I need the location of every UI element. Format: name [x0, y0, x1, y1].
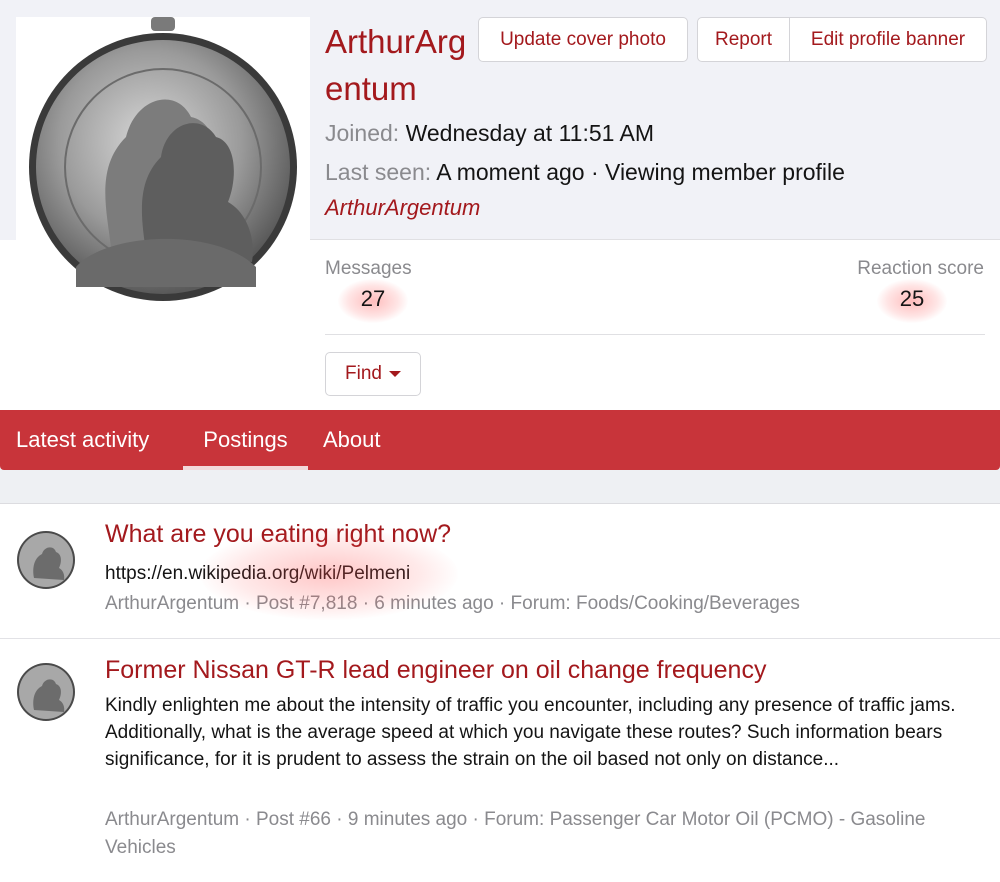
stats-divider [325, 334, 985, 335]
list-item: What are you eating right now? https://e… [0, 504, 1000, 639]
caret-down-icon [388, 371, 401, 377]
update-cover-photo-button[interactable]: Update cover photo [478, 17, 688, 62]
post-meta: ArthurArgentum · Post #66 · 9 minutes ag… [105, 809, 926, 858]
joined-line: Joined: Wednesday at 11:51 AM [325, 120, 654, 147]
last-seen-line: Last seen: A moment ago · Viewing member… [325, 159, 845, 186]
post-title-link[interactable]: Former Nissan GT-R lead engineer on oil … [105, 656, 766, 685]
find-dropdown-button[interactable]: Find [325, 352, 421, 396]
tab-postings[interactable]: Postings [183, 410, 308, 470]
medal-portrait-icon [17, 663, 75, 721]
find-label: Find [345, 363, 382, 384]
last-seen-user-link[interactable]: ArthurArgentum [325, 195, 480, 221]
tab-latest-activity[interactable]: Latest activity [16, 410, 149, 470]
reaction-score-count[interactable]: 25 [872, 286, 952, 312]
medal-portrait-icon [17, 531, 75, 589]
link-highlight [200, 528, 458, 620]
last-seen-value: A moment ago · Viewing member profile [436, 159, 845, 185]
profile-username: ArthurArgentum [325, 23, 467, 107]
profile-action-group: Report Edit profile banner [697, 17, 987, 62]
joined-label: Joined: [325, 120, 400, 146]
reaction-score-label: Reaction score [857, 258, 984, 279]
medal-portrait-icon [16, 17, 310, 311]
profile-tabs: Latest activity Postings About [0, 410, 1000, 470]
messages-label: Messages [325, 258, 412, 279]
tab-about[interactable]: About [323, 410, 381, 470]
header-divider [310, 239, 1000, 240]
avatar[interactable] [16, 662, 76, 722]
avatar[interactable] [16, 530, 76, 590]
profile-avatar[interactable] [16, 17, 310, 311]
list-item: Former Nissan GT-R lead engineer on oil … [0, 639, 1000, 882]
messages-count[interactable]: 27 [333, 286, 413, 312]
report-button[interactable]: Report [698, 18, 790, 61]
postings-list: What are you eating right now? https://e… [0, 503, 1000, 882]
post-snippet: Kindly enlighten me about the intensity … [105, 695, 956, 770]
last-seen-label: Last seen: [325, 159, 432, 185]
edit-profile-banner-button[interactable]: Edit profile banner [790, 18, 986, 61]
joined-value: Wednesday at 11:51 AM [405, 120, 655, 146]
